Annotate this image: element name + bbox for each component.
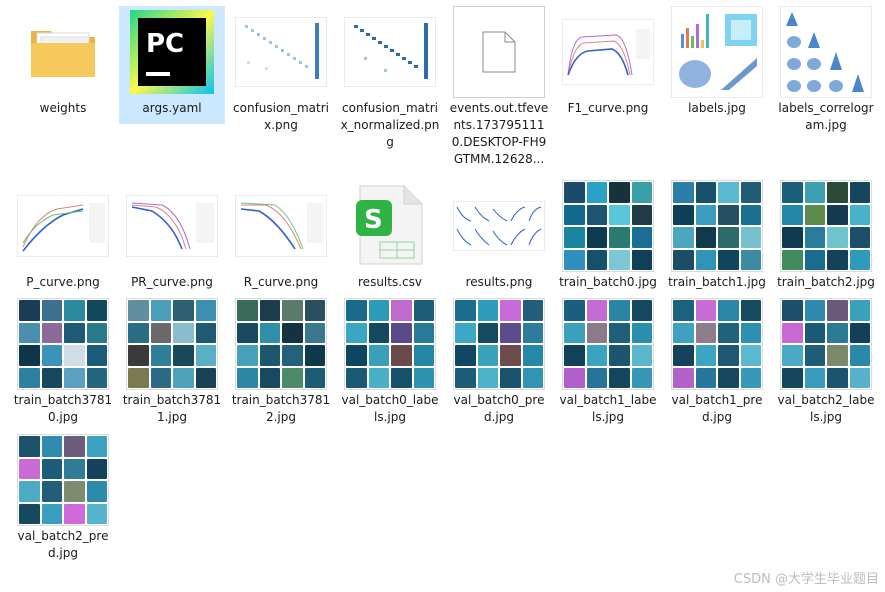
file-label: train_batch1.jpg: [668, 275, 766, 289]
file-events[interactable]: events.out.tfevents.1737951110.DESKTOP-F…: [446, 6, 552, 168]
file-val-batch1-labels[interactable]: val_batch1_labels.jpg: [555, 298, 661, 426]
confusion-matrix-thumbnail: [235, 6, 327, 98]
file-train-batch0[interactable]: train_batch0.jpg: [555, 180, 661, 291]
image-thumbnail: [780, 298, 872, 390]
file-train-batch1[interactable]: train_batch1.jpg: [664, 180, 770, 291]
pr-curve-thumbnail: [126, 180, 218, 272]
blank-file-icon: [453, 6, 545, 98]
labels-thumbnail: [671, 6, 763, 98]
watermark: CSDN @大学生毕业题目: [733, 572, 879, 587]
file-label: labels.jpg: [688, 101, 746, 115]
file-label: F1_curve.png: [567, 101, 649, 115]
image-thumbnail: [235, 298, 327, 390]
file-label: weights: [39, 101, 87, 115]
file-label: val_batch2_labels.jpg: [777, 393, 875, 424]
file-label: labels_correlogram.jpg: [778, 101, 874, 132]
file-label: val_batch0_pred.jpg: [453, 393, 545, 424]
image-thumbnail: [126, 298, 218, 390]
file-label: results.csv: [358, 275, 422, 289]
file-val-batch2-labels[interactable]: val_batch2_labels.jpg: [773, 298, 879, 426]
file-labels-correlogram[interactable]: labels_correlogram.jpg: [773, 6, 879, 134]
file-label: events.out.tfevents.1737951110.DESKTOP-F…: [449, 101, 549, 166]
file-weights[interactable]: weights: [10, 6, 116, 117]
file-f1-curve[interactable]: F1_curve.png: [555, 6, 661, 117]
f1-curve-thumbnail: [562, 6, 654, 98]
file-results-csv[interactable]: S results.csv: [337, 180, 443, 291]
file-label: args.yaml: [142, 101, 202, 115]
image-thumbnail: [17, 434, 109, 526]
file-label: val_batch1_labels.jpg: [559, 393, 657, 424]
file-label: train_batch0.jpg: [559, 275, 657, 289]
file-label: train_batch37810.jpg: [13, 393, 113, 424]
file-label: results.png: [465, 275, 533, 289]
correlogram-thumbnail: [780, 6, 872, 98]
pycharm-icon: PC: [126, 6, 218, 98]
file-val-batch2-pred[interactable]: val_batch2_pred.jpg: [10, 434, 116, 562]
file-label: train_batch2.jpg: [777, 275, 875, 289]
file-label: confusion_matrix_normalized.png: [340, 101, 440, 149]
image-thumbnail: [780, 180, 872, 272]
image-thumbnail: [671, 180, 763, 272]
file-train-batch37811[interactable]: train_batch37811.jpg: [119, 298, 225, 426]
image-thumbnail: [562, 298, 654, 390]
file-train-batch2[interactable]: train_batch2.jpg: [773, 180, 879, 291]
p-curve-thumbnail: [17, 180, 109, 272]
file-results-png[interactable]: results.png: [446, 180, 552, 291]
file-pr-curve[interactable]: PR_curve.png: [119, 180, 225, 291]
file-val-batch0-labels[interactable]: val_batch0_labels.jpg: [337, 298, 443, 426]
file-label: train_batch37812.jpg: [231, 393, 331, 424]
image-thumbnail: [17, 298, 109, 390]
file-p-curve[interactable]: P_curve.png: [10, 180, 116, 291]
file-train-batch37810[interactable]: train_batch37810.jpg: [10, 298, 116, 426]
image-thumbnail: [453, 298, 545, 390]
r-curve-thumbnail: [235, 180, 327, 272]
file-label: val_batch1_pred.jpg: [671, 393, 763, 424]
file-label: val_batch2_pred.jpg: [17, 529, 109, 560]
file-label: confusion_matrix.png: [233, 101, 329, 132]
file-label: val_batch0_labels.jpg: [341, 393, 439, 424]
file-label: R_curve.png: [243, 275, 319, 289]
file-val-batch0-pred[interactable]: val_batch0_pred.jpg: [446, 298, 552, 426]
image-thumbnail: [344, 298, 436, 390]
file-val-batch1-pred[interactable]: val_batch1_pred.jpg: [664, 298, 770, 426]
image-thumbnail: [562, 180, 654, 272]
file-label: train_batch37811.jpg: [122, 393, 222, 424]
confusion-matrix-normalized-thumbnail: [344, 6, 436, 98]
file-labels[interactable]: labels.jpg: [664, 6, 770, 117]
file-args-yaml[interactable]: PC args.yaml: [119, 6, 225, 124]
image-thumbnail: [671, 298, 763, 390]
file-confusion-matrix[interactable]: confusion_matrix.png: [228, 6, 334, 134]
svg-text:S: S: [364, 205, 383, 235]
file-r-curve[interactable]: R_curve.png: [228, 180, 334, 291]
spreadsheet-icon: S: [344, 180, 436, 272]
folder-icon: [17, 6, 109, 98]
file-confusion-matrix-normalized[interactable]: confusion_matrix_normalized.png: [337, 6, 443, 151]
file-label: PR_curve.png: [131, 275, 213, 289]
file-train-batch37812[interactable]: train_batch37812.jpg: [228, 298, 334, 426]
file-label: P_curve.png: [26, 275, 100, 289]
results-thumbnail: [453, 180, 545, 272]
svg-text:PC: PC: [146, 29, 184, 59]
